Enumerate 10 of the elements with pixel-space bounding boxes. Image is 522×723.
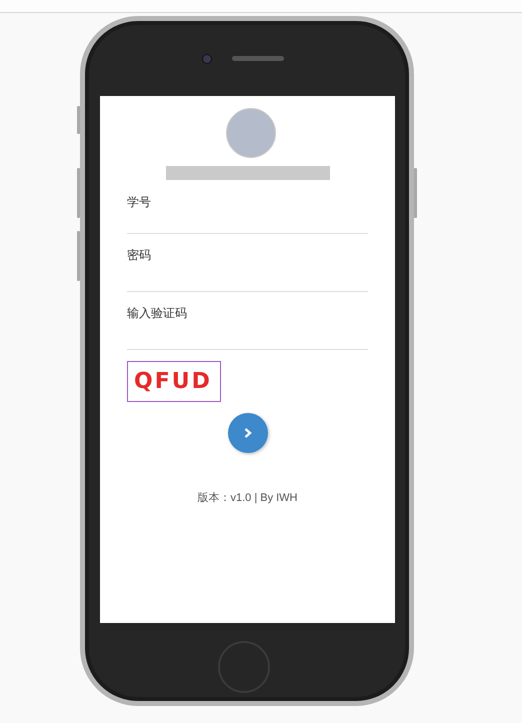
field-label: 输入验证码 bbox=[127, 305, 188, 321]
logo-icon bbox=[226, 108, 276, 158]
submit-button[interactable] bbox=[228, 413, 268, 453]
camera-icon bbox=[202, 54, 212, 64]
captcha-image[interactable]: QFUD bbox=[127, 361, 221, 402]
field-label: 学号 bbox=[127, 194, 152, 210]
version-text: 版本：v1.0 | By IWH bbox=[196, 491, 299, 505]
field-label: 密码 bbox=[127, 247, 152, 263]
speaker-icon bbox=[232, 56, 284, 61]
chevron-icon bbox=[244, 428, 252, 438]
